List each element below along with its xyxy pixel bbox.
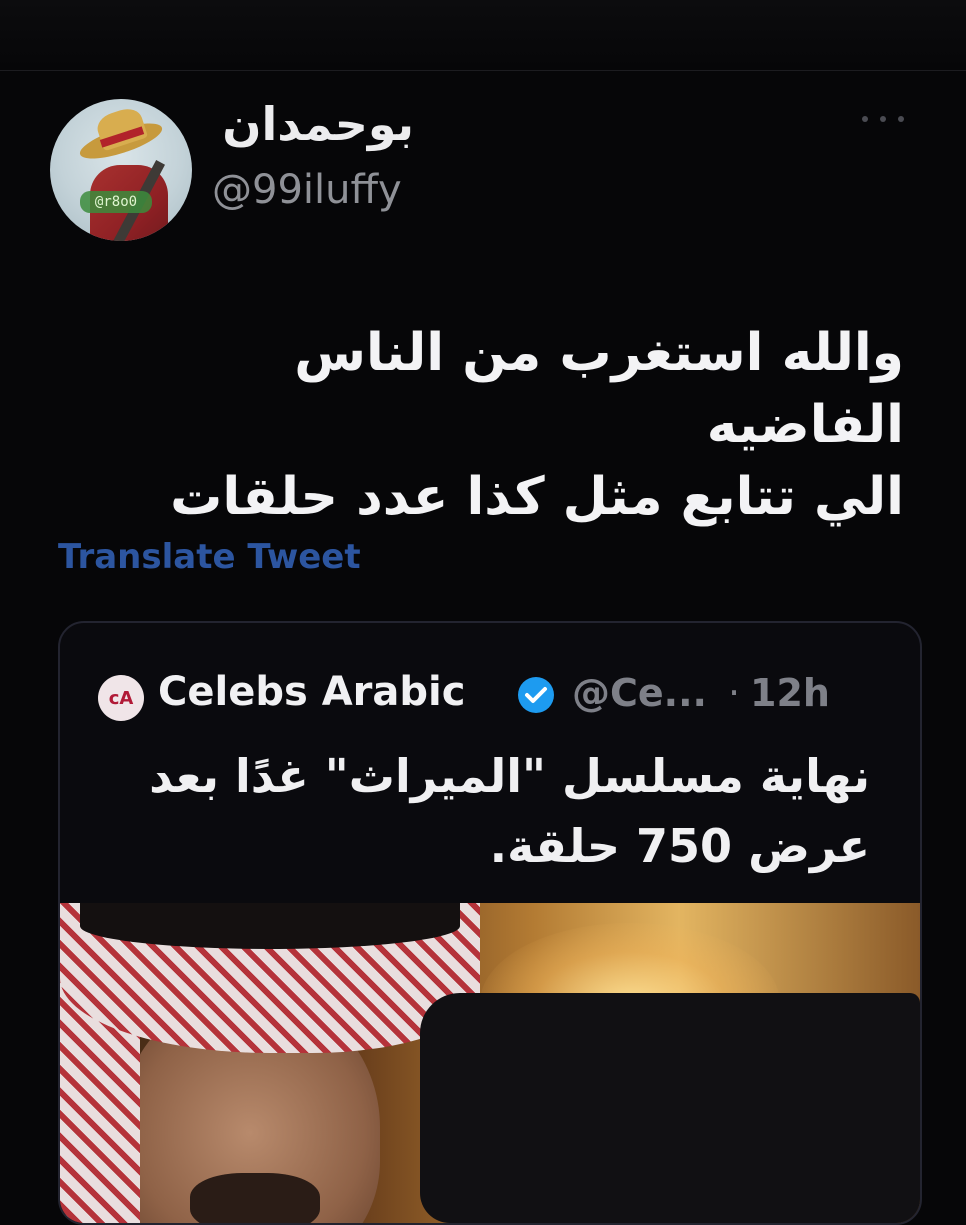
image-beard — [190, 1173, 320, 1223]
image-agal — [80, 903, 460, 949]
quoted-text-line: عرض 750 حلقة. — [489, 819, 870, 873]
celebs-arabic-logo-icon[interactable]: cA — [98, 675, 144, 721]
more-options-icon[interactable] — [862, 109, 904, 129]
more-dot — [898, 116, 904, 122]
quoted-timestamp[interactable]: 12h — [750, 671, 830, 715]
quoted-text-line: نهاية مسلسل "الميراث" غدًا بعد — [149, 749, 870, 803]
more-dot — [880, 116, 886, 122]
tweet-text-line: والله استغرب من الناس الفاضيه — [294, 323, 904, 455]
separator-dot: · — [728, 671, 741, 715]
tweet-text-line: الي تتابع مثل كذا عدد حلقات — [170, 467, 904, 527]
display-name[interactable]: بوحمدان — [222, 97, 414, 151]
quoted-media-image[interactable] — [60, 903, 920, 1223]
avatar-badge: @r8o0 — [80, 191, 152, 213]
user-handle[interactable]: @99iluffy — [212, 167, 402, 213]
quoted-text: نهاية مسلسل "الميراث" غدًا بعد عرض 750 ح… — [110, 741, 870, 881]
quoted-handle[interactable]: @Ce... — [572, 671, 707, 715]
image-redaction-scribble — [420, 993, 920, 1223]
tweet[interactable]: @r8o0 بوحمدان @99iluffy والله استغرب من … — [0, 70, 966, 1225]
verified-badge-icon — [518, 677, 554, 713]
more-dot — [862, 116, 868, 122]
top-shade — [0, 0, 966, 70]
quoted-display-name[interactable]: Celebs Arabic — [158, 669, 465, 715]
avatar[interactable]: @r8o0 — [50, 99, 192, 241]
translate-tweet-link[interactable]: Translate Tweet — [58, 537, 361, 577]
quoted-tweet[interactable]: cA Celebs Arabic @Ce... · 12h نهاية مسلس… — [58, 621, 922, 1225]
tweet-text: والله استغرب من الناس الفاضيه الي تتابع … — [84, 317, 904, 533]
